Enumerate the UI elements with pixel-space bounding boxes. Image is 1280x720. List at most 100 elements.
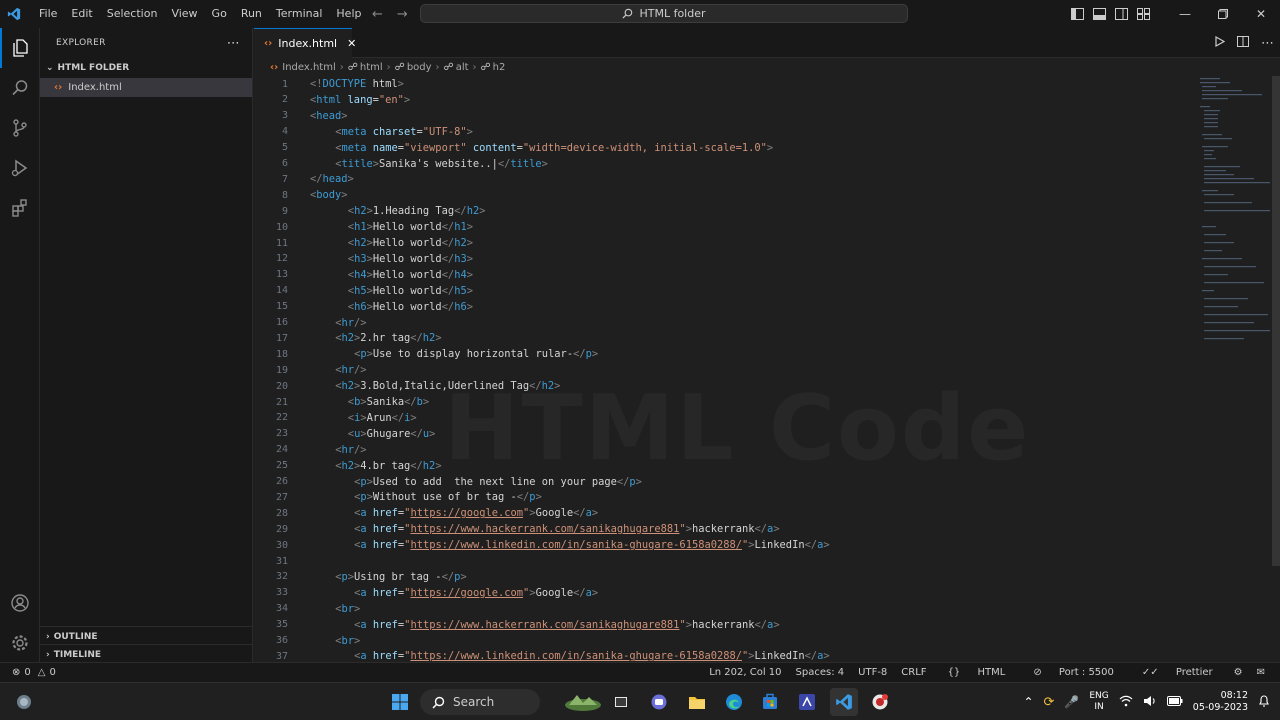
- code-line[interactable]: 12 <h3>Hello world</h3>: [254, 251, 1194, 267]
- menu-selection[interactable]: Selection: [100, 0, 165, 28]
- search-highlight-icon[interactable]: [562, 688, 604, 716]
- back-arrow-icon[interactable]: ←: [372, 7, 383, 22]
- code-line[interactable]: 2 <html lang="en">: [254, 92, 1194, 108]
- code-line[interactable]: 11 <h2>Hello world</h2>: [254, 235, 1194, 251]
- language-mode[interactable]: {} HTML: [934, 667, 1020, 678]
- windows-start-icon[interactable]: [386, 688, 414, 716]
- search-view-icon[interactable]: [0, 68, 40, 108]
- breadcrumb-alt[interactable]: alt: [456, 62, 469, 73]
- widgets-icon[interactable]: [10, 688, 38, 716]
- clock[interactable]: 08:12 05-09-2023: [1193, 690, 1248, 714]
- extensions-icon[interactable]: [0, 188, 40, 228]
- battery-icon[interactable]: [1166, 695, 1183, 709]
- maximize-icon[interactable]: [1204, 0, 1242, 28]
- breadcrumb-file[interactable]: Index.html: [282, 62, 336, 73]
- chevron-up-icon[interactable]: ⌃: [1023, 695, 1033, 709]
- split-editor-icon[interactable]: [1237, 36, 1249, 50]
- toggle-secondary-sidebar-icon[interactable]: [1110, 0, 1132, 28]
- prettier-status[interactable]: ✓✓ Prettier: [1128, 667, 1227, 678]
- code-line[interactable]: 15 <h6>Hello world</h6>: [254, 299, 1194, 315]
- code-line[interactable]: 28 <a href="https://google.com">Google</a…: [254, 505, 1194, 521]
- code-line[interactable]: 31: [254, 553, 1194, 569]
- code-line[interactable]: 13 <h4>Hello world</h4>: [254, 267, 1194, 283]
- outline-section[interactable]: › OUTLINE: [40, 626, 253, 646]
- menu-terminal[interactable]: Terminal: [269, 0, 330, 28]
- explorer-icon[interactable]: [0, 28, 40, 68]
- code-line[interactable]: 27 <p>Without use of br tag -</p>: [254, 489, 1194, 505]
- folder-html-folder[interactable]: ⌄ HTML FOLDER: [40, 58, 252, 78]
- taskbar-search[interactable]: Search: [420, 689, 540, 715]
- code-line[interactable]: 3 <head>: [254, 108, 1194, 124]
- code-line[interactable]: 7 </head>: [254, 171, 1194, 187]
- command-center[interactable]: HTML folder: [420, 4, 908, 23]
- more-actions-icon[interactable]: ⋯: [227, 36, 240, 51]
- menu-file[interactable]: File: [32, 0, 64, 28]
- forward-arrow-icon[interactable]: →: [397, 7, 408, 22]
- live-server-port[interactable]: ⊘ Port : 5500: [1019, 667, 1128, 678]
- menu-edit[interactable]: Edit: [64, 0, 99, 28]
- code-line[interactable]: 8 <body>: [254, 187, 1194, 203]
- code-line[interactable]: 32 <p>Using br tag -</p>: [254, 569, 1194, 585]
- timeline-section[interactable]: › TIMELINE: [40, 644, 253, 664]
- minimize-icon[interactable]: —: [1166, 0, 1204, 28]
- minimap[interactable]: [1196, 76, 1270, 346]
- language-indicator[interactable]: ENG IN: [1089, 691, 1108, 713]
- volume-icon[interactable]: [1143, 695, 1157, 710]
- code-line[interactable]: 6 <title>Sanika's website..|</title>: [254, 156, 1194, 172]
- code-line[interactable]: 35 <a href="https://www.hackerrank.com/sa…: [254, 617, 1194, 633]
- code-editor[interactable]: 1 <!DOCTYPE html> 2 <html lang="en"> 3 <head>…: [254, 76, 1280, 662]
- tab-index-html[interactable]: ‹› Index.html ✕: [254, 28, 356, 58]
- microsoft-store-icon[interactable]: [756, 688, 784, 716]
- code-line[interactable]: 10 <h1>Hello world</h1>: [254, 219, 1194, 235]
- encoding[interactable]: UTF-8: [851, 667, 894, 678]
- menu-go[interactable]: Go: [205, 0, 234, 28]
- notifications-bell-icon[interactable]: ✉: [1250, 667, 1272, 678]
- wifi-icon[interactable]: [1119, 695, 1133, 710]
- visual-studio-icon[interactable]: [793, 688, 821, 716]
- cursor-position[interactable]: Ln 202, Col 10: [702, 667, 788, 678]
- accounts-icon[interactable]: [0, 583, 40, 623]
- microphone-icon[interactable]: 🎤: [1064, 695, 1079, 709]
- code-line[interactable]: 34 <br>: [254, 601, 1194, 617]
- file-index-html[interactable]: ‹› Index.html: [40, 78, 252, 97]
- source-control-icon[interactable]: [0, 108, 40, 148]
- menu-view[interactable]: View: [164, 0, 204, 28]
- recording-app-icon[interactable]: [866, 688, 894, 716]
- code-line[interactable]: 5 <meta name="viewport" content="width=de…: [254, 140, 1194, 156]
- teams-chat-icon[interactable]: [645, 688, 673, 716]
- code-line[interactable]: 30 <a href="https://www.linkedin.com/in/s…: [254, 537, 1194, 553]
- close-window-icon[interactable]: ✕: [1242, 0, 1280, 28]
- code-line[interactable]: 18 <p>Use to display horizontal rular-</p…: [254, 346, 1194, 362]
- file-explorer-icon[interactable]: [683, 688, 711, 716]
- menu-run[interactable]: Run: [234, 0, 269, 28]
- notification-icon[interactable]: [1258, 694, 1270, 710]
- code-line[interactable]: 4 <meta charset="UTF-8">: [254, 124, 1194, 140]
- run-debug-icon[interactable]: [0, 148, 40, 188]
- code-line[interactable]: 33 <a href="https://google.com">Google</a…: [254, 585, 1194, 601]
- code-line[interactable]: 16 <hr/>: [254, 315, 1194, 331]
- task-view-icon[interactable]: [607, 688, 635, 716]
- editor-scrollbar[interactable]: [1272, 76, 1280, 566]
- problems-indicator[interactable]: ⊗ 0 △ 0: [12, 667, 56, 678]
- code-line[interactable]: 17 <h2>2.hr tag</h2>: [254, 330, 1194, 346]
- customize-layout-icon[interactable]: [1132, 0, 1154, 28]
- indentation[interactable]: Spaces: 4: [789, 667, 852, 678]
- code-line[interactable]: 37 <a href="https://www.linkedin.com/in/s…: [254, 648, 1194, 662]
- toggle-panel-icon[interactable]: [1088, 0, 1110, 28]
- code-line[interactable]: 36 <br>: [254, 633, 1194, 649]
- end-of-line[interactable]: CRLF: [894, 667, 933, 678]
- copilot-icon[interactable]: ⚙: [1227, 667, 1250, 678]
- code-line[interactable]: 29 <a href="https://www.hackerrank.com/sa…: [254, 521, 1194, 537]
- close-tab-icon[interactable]: ✕: [347, 37, 356, 50]
- menu-help[interactable]: Help: [329, 0, 368, 28]
- breadcrumb-body[interactable]: body: [407, 62, 432, 73]
- code-line[interactable]: 1 <!DOCTYPE html>: [254, 76, 1194, 92]
- code-line[interactable]: 14 <h5>Hello world</h5>: [254, 283, 1194, 299]
- vscode-taskbar-icon[interactable]: [830, 688, 858, 716]
- breadcrumb-h2[interactable]: h2: [493, 62, 506, 73]
- breadcrumb-html[interactable]: html: [360, 62, 383, 73]
- settings-gear-icon[interactable]: [0, 623, 40, 663]
- run-file-icon[interactable]: [1214, 35, 1226, 50]
- toggle-sidebar-icon[interactable]: [1066, 0, 1088, 28]
- sync-icon[interactable]: ⟳: [1044, 695, 1055, 710]
